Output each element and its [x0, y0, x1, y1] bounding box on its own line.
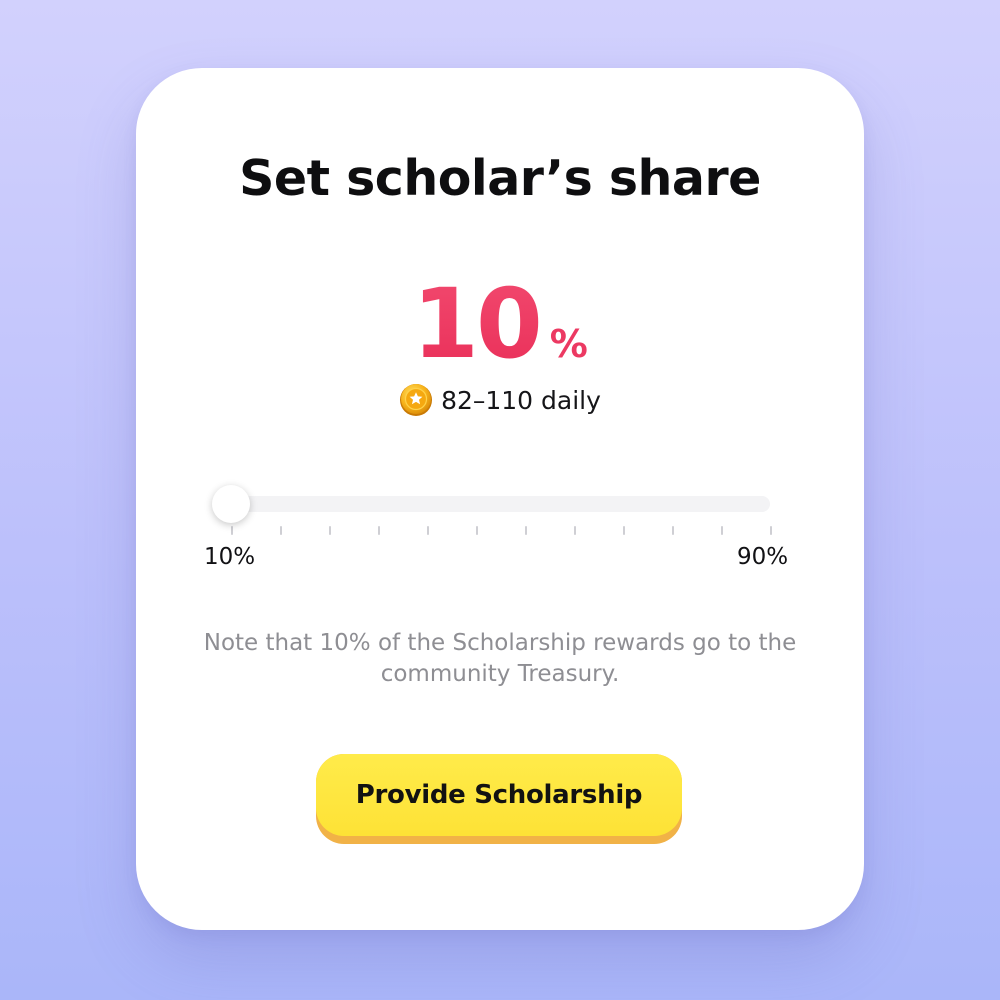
provide-scholarship-button[interactable]: Provide Scholarship — [316, 754, 682, 844]
daily-reward-estimate: 82–110 daily — [0, 382, 1000, 418]
slider-tick — [231, 526, 233, 535]
share-value-display: 10% — [0, 268, 1000, 380]
provide-scholarship-button-face: Provide Scholarship — [316, 754, 682, 836]
share-unit: % — [549, 322, 588, 366]
dialog-title: Set scholar’s share — [239, 150, 761, 207]
slider-min-label: 10% — [204, 544, 256, 570]
slider-tick — [770, 526, 772, 535]
slider-tick — [623, 526, 625, 535]
slider-tick — [525, 526, 527, 535]
slider-tick — [280, 526, 282, 535]
star-coin-icon — [399, 383, 433, 417]
slider-tick — [672, 526, 674, 535]
slider-max-label: 90% — [737, 544, 789, 570]
slider-tick — [574, 526, 576, 535]
slider-tick — [427, 526, 429, 535]
slider-tick — [721, 526, 723, 535]
provide-scholarship-label: Provide Scholarship — [355, 780, 643, 810]
slider-tick — [476, 526, 478, 535]
slider-tick — [329, 526, 331, 535]
treasury-note: Note that 10% of the Scholarship rewards… — [203, 630, 797, 687]
share-slider-track[interactable] — [214, 496, 770, 512]
reward-text: 82–110 daily — [441, 385, 601, 415]
share-value: 10 — [412, 268, 543, 380]
share-slider-thumb[interactable] — [212, 485, 250, 523]
slider-tick — [378, 526, 380, 535]
